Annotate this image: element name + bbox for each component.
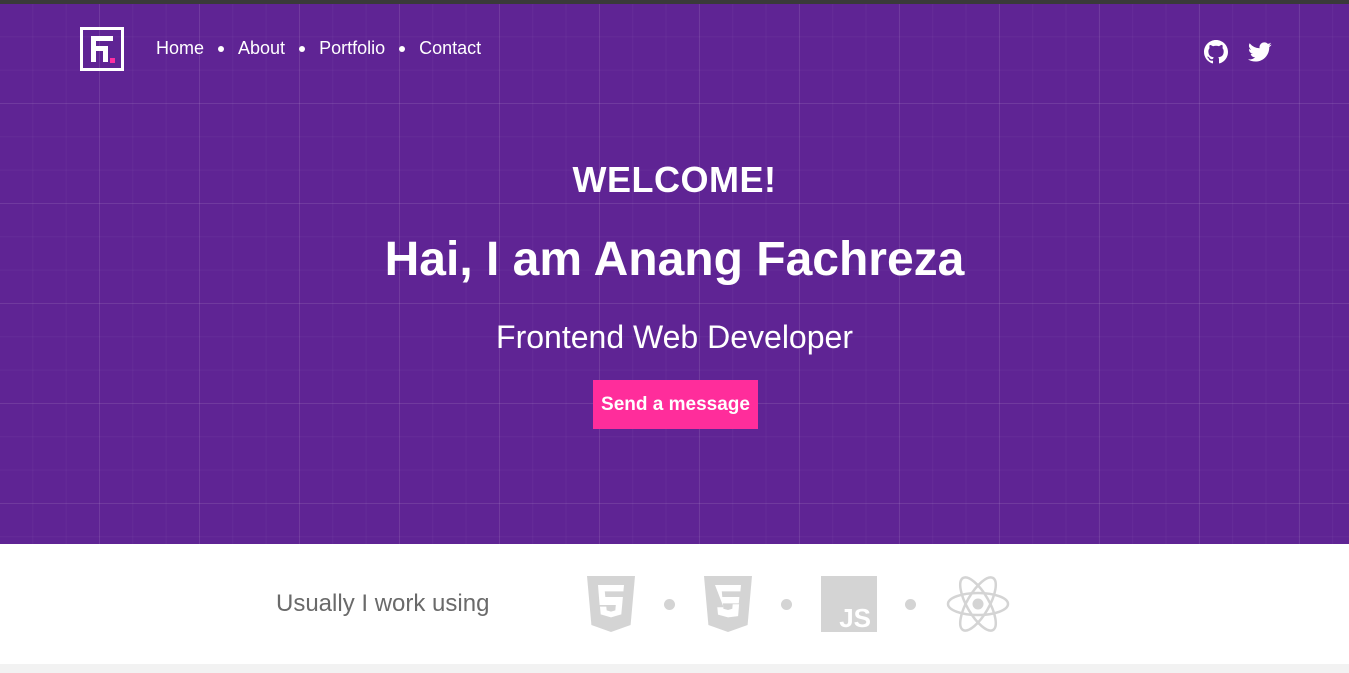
nav-separator [218,45,225,52]
nav-separator [399,45,406,52]
javascript-icon: JS [821,576,877,632]
tech-stack-label: Usually I work using [276,590,490,617]
main-nav: Home About Portfolio Contact [156,38,481,59]
hero-title: Hai, I am Anang Fachreza [384,233,965,286]
hero-subtitle: Frontend Web Developer [496,319,853,355]
welcome-heading: WELCOME! [572,159,777,200]
tech-separator [781,599,792,610]
nav-home-link[interactable]: Home [156,38,204,59]
react-icon [946,576,1010,632]
github-icon[interactable] [1204,40,1228,64]
nav-portfolio-link[interactable]: Portfolio [319,38,385,59]
nav-contact-link[interactable]: Contact [419,38,481,59]
next-section-edge [0,664,1349,673]
nav-separator [299,45,306,52]
tech-stack-section: Usually I work using JS [0,544,1349,664]
twitter-icon[interactable] [1248,40,1272,64]
site-logo[interactable] [80,27,124,71]
send-message-button[interactable]: Send a message [593,380,758,429]
nav-about-link[interactable]: About [238,38,285,59]
tech-separator [905,599,916,610]
hero-section: Home About Portfolio Contact WELCOME! Ha… [0,4,1349,544]
svg-text:JS: JS [839,603,871,632]
tech-separator [664,599,675,610]
css3-icon [704,576,752,632]
html5-icon [587,576,635,632]
